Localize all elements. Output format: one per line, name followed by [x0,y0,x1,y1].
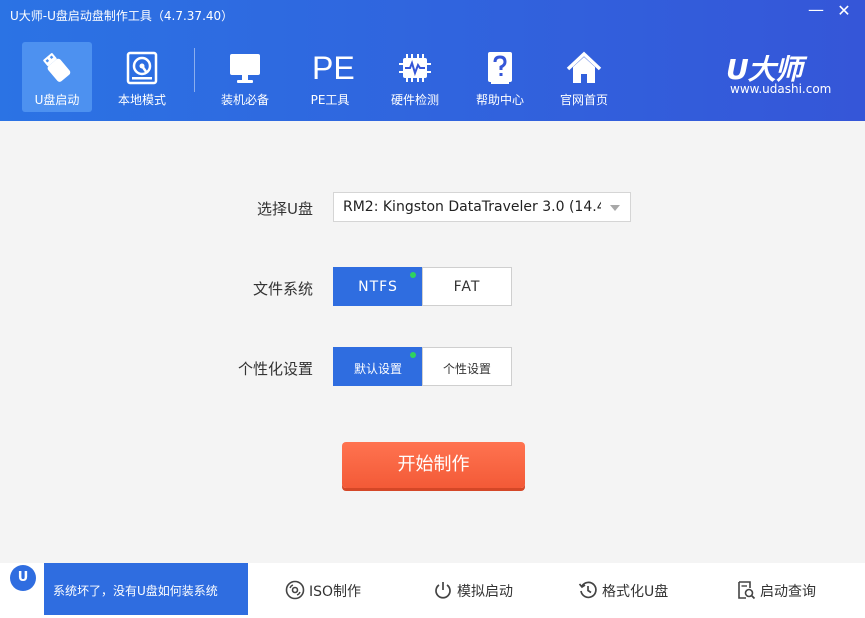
selected-indicator-dot [410,352,416,358]
nav-item-help-center[interactable]: 帮助中心 [465,42,535,112]
search-doc-icon [738,581,756,600]
power-icon [435,582,451,599]
nav-item-pe-tools[interactable]: PE PE工具 [295,42,365,112]
logo-url: www.udashi.com [730,82,832,96]
nav-item-install-essentials[interactable]: 装机必备 [210,42,280,112]
personalization-label: 个性化设置 [237,360,313,378]
nav-label: 官网首页 [559,93,608,107]
personal-option-default[interactable]: 默认设置 [333,347,423,386]
selected-indicator-dot [410,272,416,278]
fs-option-label: NTFS [358,279,398,295]
history-icon [578,581,597,599]
usb-select[interactable]: RM2: Kingston DataTraveler 3.0 (14.4 G [333,192,631,222]
personal-option-label: 默认设置 [353,362,402,376]
simulate-boot-button[interactable]: 模拟启动 [433,580,528,600]
format-usb-button[interactable]: 格式化U盘 [578,580,683,600]
disc-icon [285,580,305,600]
personal-option-custom[interactable]: 个性设置 [422,347,512,386]
home-icon [566,51,602,83]
nav-item-hardware-detect[interactable]: 硬件检测 [380,42,450,112]
boot-query-button[interactable]: 启动查询 [736,580,826,600]
nav-label: 本地模式 [117,93,166,107]
help-tip-text: 系统坏了，没有U盘如何装系统 [53,584,218,598]
fs-option-fat[interactable]: FAT [422,267,512,306]
help-tip-link[interactable]: 系统坏了，没有U盘如何装系统 [44,563,248,615]
nav-item-local-mode[interactable]: 本地模式 [107,42,177,112]
usb-select-value: RM2: Kingston DataTraveler 3.0 (14.4 G [343,199,601,215]
brand-logo: U大师 www.udashi.com [726,48,836,100]
iso-make-label: ISO制作 [309,584,362,600]
help-book-icon [488,52,512,84]
simulate-boot-label: 模拟启动 [457,584,513,600]
nav-label: 装机必备 [220,93,269,107]
nav-item-usb-boot[interactable]: U盘启动 [22,42,92,112]
nav-label: U盘启动 [34,93,80,107]
nav-item-official-site[interactable]: 官网首页 [549,42,619,112]
file-system-label: 文件系统 [252,280,313,298]
minimize-button[interactable]: — [808,2,824,19]
usb-drive-icon [43,53,71,82]
nav-label: 帮助中心 [475,93,524,107]
pe-text-icon: PE [312,50,355,86]
nav-divider [194,48,195,92]
usb-select-label: 选择U盘 [257,200,313,218]
boot-query-label: 启动查询 [760,584,816,600]
help-badge-icon[interactable]: U [10,565,36,591]
window-title: U大师-U盘启动盘制作工具（4.7.37.40） [10,9,234,23]
close-button[interactable]: ✕ [836,3,852,19]
fs-option-ntfs[interactable]: NTFS [333,267,423,306]
fs-option-label: FAT [453,279,481,295]
local-disk-icon [126,51,158,85]
personal-option-label: 个性设置 [442,362,491,376]
monitor-icon [230,54,260,83]
chevron-down-icon [610,205,620,211]
nav-label: 硬件检测 [390,93,439,107]
start-make-button[interactable]: 开始制作 [342,442,525,488]
iso-make-button[interactable]: ISO制作 [285,580,375,600]
chip-icon [399,54,431,82]
nav-label: PE工具 [310,93,350,107]
format-usb-label: 格式化U盘 [602,584,669,600]
